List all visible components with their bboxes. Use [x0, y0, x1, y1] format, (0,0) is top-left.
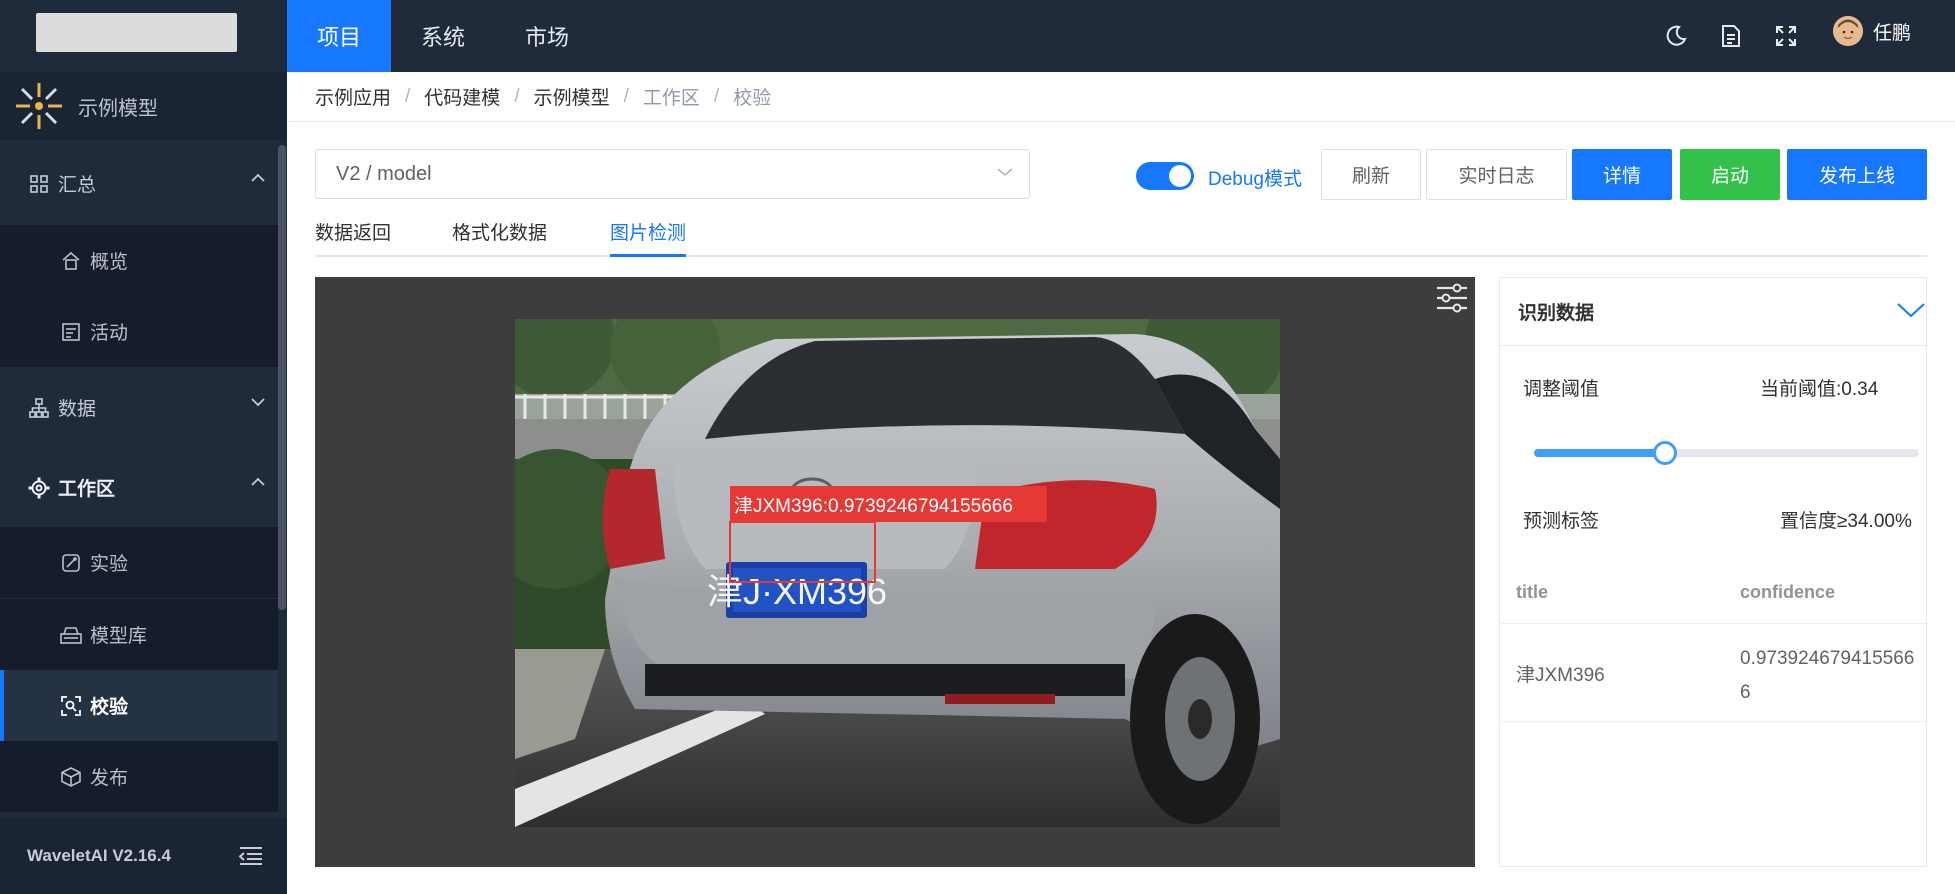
model-name: 示例模型: [78, 97, 158, 120]
sidebar-item-publish[interactable]: 发布: [0, 741, 278, 812]
chevron-up-icon: [251, 477, 265, 486]
realtime-log-button[interactable]: 实时日志: [1426, 149, 1567, 200]
version-select[interactable]: V2 / model: [315, 149, 1030, 199]
breadcrumb-item-validation: 校验: [733, 88, 772, 109]
table-header: title confidence: [1500, 560, 1928, 624]
menu-summary[interactable]: 汇总: [0, 145, 287, 222]
grid-icon: [28, 173, 50, 195]
moon-icon[interactable]: [1664, 24, 1688, 48]
debug-toggle[interactable]: [1136, 162, 1194, 190]
gear-icon: [28, 477, 50, 499]
user-menu[interactable]: 任鹏: [1833, 16, 1911, 46]
breadcrumb-separator: /: [405, 85, 411, 107]
sidebar-item-label: 校验: [90, 697, 129, 718]
breadcrumb-separator: /: [514, 85, 520, 107]
menu-summary-label: 汇总: [58, 175, 97, 196]
breadcrumb-item-modeling[interactable]: 代码建模: [424, 83, 500, 110]
table-row[interactable]: 津JXM396 0.9739246794155666: [1500, 624, 1928, 722]
breadcrumb-item-workspace: 工作区: [642, 88, 700, 109]
tab-data-return[interactable]: 数据返回: [315, 218, 391, 257]
sidebar-item-label: 模型库: [90, 626, 148, 647]
predict-label: 预测标签: [1523, 511, 1600, 532]
threshold-current: 当前阈值:0.34: [1760, 379, 1879, 400]
detection-bounding-box: [729, 521, 876, 583]
breadcrumb-separator: /: [623, 85, 629, 107]
database-icon: [60, 624, 82, 646]
tab-image-detection[interactable]: 图片检测: [610, 218, 687, 257]
document-icon[interactable]: [1719, 24, 1743, 48]
column-header-confidence: confidence: [1740, 582, 1836, 602]
detection-label: 津JXM396:0.9739246794155666: [730, 486, 1047, 522]
detection-image: 津J·XM396: [515, 319, 1280, 827]
nav-tab-system[interactable]: 系统: [391, 0, 495, 72]
activity-icon: [60, 321, 82, 343]
threshold-slider[interactable]: [1534, 441, 1919, 465]
debug-label: Debug模式: [1208, 169, 1302, 190]
sliders-icon[interactable]: [1435, 281, 1469, 315]
menu-collapse-icon[interactable]: [239, 846, 263, 866]
version-select-value: V2 / model: [336, 162, 432, 185]
image-viewer: 津J·XM396 津JXM396:0.9739246794155666: [315, 277, 1475, 867]
experiment-icon: [60, 552, 82, 574]
details-button[interactable]: 详情: [1572, 149, 1672, 200]
user-name: 任鹏: [1873, 22, 1912, 44]
sidebar-item-model-library[interactable]: 模型库: [0, 599, 278, 670]
sidebar-item-overview[interactable]: 概览: [0, 225, 278, 296]
sidebar-item-label: 活动: [90, 323, 129, 344]
sidebar-item-validation[interactable]: 校验: [0, 670, 278, 741]
menu-data[interactable]: 数据: [0, 369, 287, 446]
cell-confidence: 0.9739246794155666: [1740, 648, 1915, 703]
sidebar: 示例模型 汇总 概览 活动 数据 工作区 实验 模型库 校验 发布 Wavele…: [0, 0, 287, 894]
scan-search-icon: [60, 695, 82, 717]
menu-data-label: 数据: [58, 399, 97, 420]
content-tabs: 数据返回 格式化数据 图片检测: [315, 210, 1927, 257]
model-logo-icon: [12, 79, 66, 133]
slider-fill: [1534, 449, 1665, 457]
breadcrumb-separator: /: [713, 85, 720, 107]
toggle-knob: [1169, 165, 1191, 187]
sidebar-scrollbar[interactable]: [278, 145, 286, 610]
hierarchy-icon: [28, 397, 50, 419]
app-logo[interactable]: [36, 13, 237, 52]
recognition-panel: 识别数据 调整阈值 当前阈值:0.34 预测标签 置信度≥34.00% titl…: [1499, 277, 1928, 867]
start-button[interactable]: 启动: [1680, 149, 1780, 200]
nav-tab-project[interactable]: 项目: [287, 0, 391, 72]
car-photo: 津J·XM396: [515, 319, 1280, 827]
tab-formatted-data[interactable]: 格式化数据: [452, 218, 547, 257]
menu-workspace-label: 工作区: [58, 479, 116, 500]
fullscreen-icon[interactable]: [1774, 24, 1798, 48]
box-icon: [60, 766, 82, 788]
chevron-down-icon[interactable]: [1896, 300, 1926, 320]
top-navbar: 项目 系统 市场 任鹏: [287, 0, 1955, 72]
cell-title: 津JXM396: [1516, 665, 1605, 686]
chevron-down-icon: [997, 168, 1013, 177]
chevron-down-icon: [251, 398, 265, 407]
avatar: [1833, 16, 1863, 46]
version-label: WaveletAI V2.16.4: [27, 846, 171, 865]
panel-header[interactable]: 识别数据: [1500, 278, 1928, 346]
sidebar-item-experiment[interactable]: 实验: [0, 527, 278, 598]
panel-title: 识别数据: [1518, 303, 1595, 324]
column-header-title: title: [1516, 582, 1549, 602]
confidence-filter: 置信度≥34.00%: [1780, 511, 1912, 532]
sidebar-item-label: 发布: [90, 768, 129, 789]
breadcrumb-item-model[interactable]: 示例模型: [534, 83, 610, 110]
nav-tab-market[interactable]: 市场: [495, 0, 599, 72]
sidebar-item-label: 实验: [90, 554, 129, 575]
sidebar-item-label: 概览: [90, 252, 129, 273]
breadcrumb-item-app[interactable]: 示例应用: [315, 83, 391, 110]
menu-workspace[interactable]: 工作区: [0, 449, 287, 526]
refresh-button[interactable]: 刷新: [1321, 149, 1421, 200]
breadcrumb: 示例应用 / 代码建模 / 示例模型 / 工作区 / 校验: [287, 72, 1955, 122]
publish-online-button[interactable]: 发布上线: [1787, 149, 1927, 200]
version-bar: WaveletAI V2.16.4: [0, 818, 287, 894]
current-model[interactable]: 示例模型: [0, 72, 287, 140]
home-icon: [60, 250, 82, 272]
slider-handle[interactable]: [1652, 441, 1677, 465]
chevron-up-icon: [251, 173, 265, 182]
threshold-label: 调整阈值: [1523, 379, 1600, 400]
sidebar-item-activity[interactable]: 活动: [0, 296, 278, 367]
